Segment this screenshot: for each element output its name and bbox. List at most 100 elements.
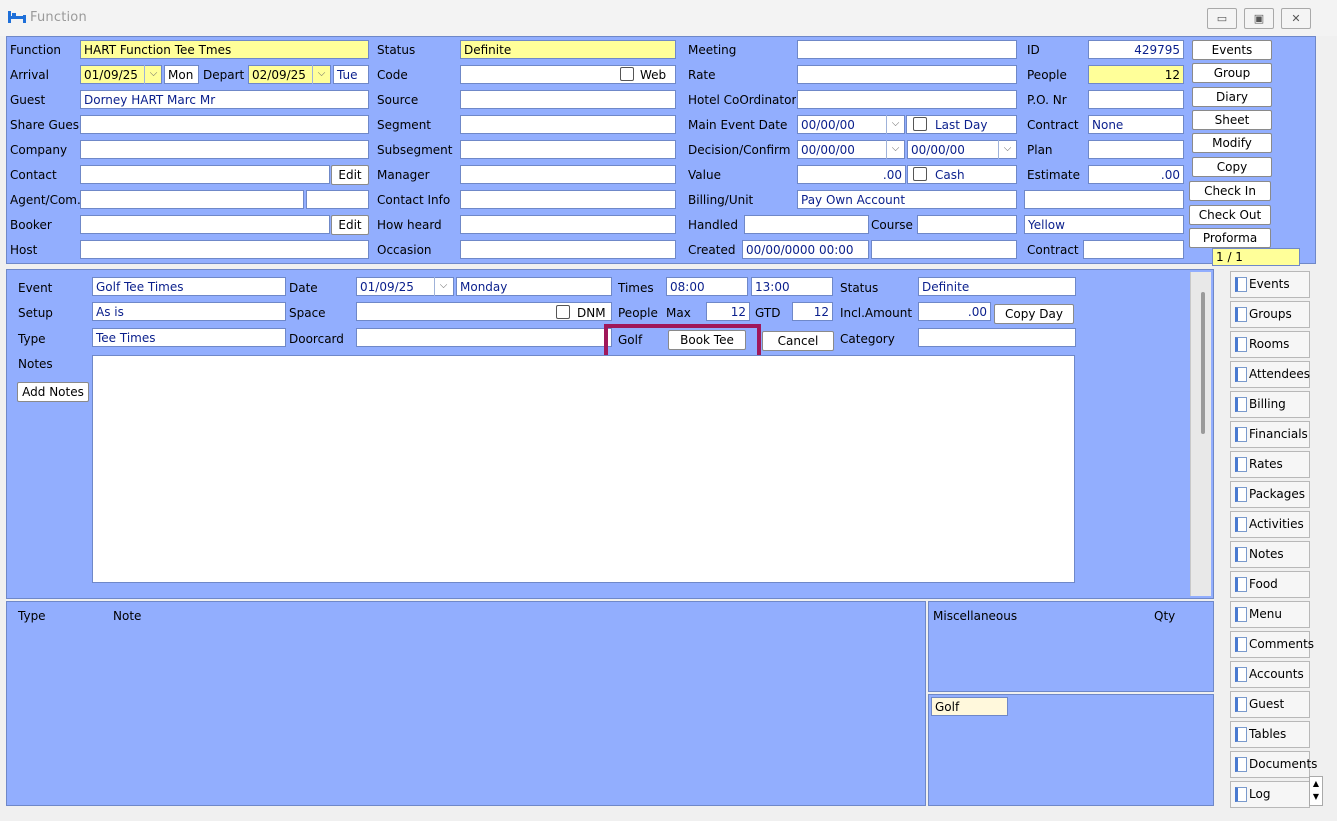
doorcard-field[interactable] (356, 328, 612, 347)
contract2-field[interactable] (1083, 240, 1184, 259)
id-field[interactable]: 429795 (1088, 40, 1184, 59)
main-event-date-label: Main Event Date (688, 118, 788, 132)
copy-button[interactable]: Copy (1192, 157, 1272, 177)
golf-item[interactable]: Golf (931, 697, 1008, 716)
agent-field-2[interactable] (306, 190, 369, 209)
scrollbar-thumb[interactable] (1201, 292, 1205, 434)
extra-field[interactable] (1024, 190, 1184, 209)
gtd-field[interactable]: 12 (792, 302, 833, 321)
booker-edit-button[interactable]: Edit (331, 215, 369, 235)
setup-field[interactable]: As is (92, 302, 286, 321)
event-status-field[interactable]: Definite (918, 277, 1076, 296)
sidebar-item-tables[interactable]: Tables (1230, 721, 1310, 748)
category-field[interactable] (918, 328, 1076, 347)
web-checkbox[interactable] (620, 67, 634, 81)
diary-button[interactable]: Diary (1192, 87, 1272, 107)
time-to-field[interactable]: 13:00 (751, 277, 833, 296)
function-field[interactable]: HART Function Tee Tmes (80, 40, 369, 59)
sidebar-scroll[interactable]: ▲ ▼ (1309, 776, 1323, 806)
occasion-field[interactable] (460, 240, 676, 259)
sidebar-item-log[interactable]: Log (1230, 781, 1310, 808)
agent-field[interactable] (80, 190, 304, 209)
value-field[interactable]: .00 (797, 165, 906, 184)
title-bar (0, 0, 1337, 36)
sidebar-item-food[interactable]: Food (1230, 571, 1310, 598)
contact-field[interactable] (80, 165, 330, 184)
sheet-button[interactable]: Sheet (1192, 110, 1272, 130)
sidebar-item-accounts[interactable]: Accounts (1230, 661, 1310, 688)
sidebar-item-packages[interactable]: Packages (1230, 481, 1310, 508)
sidebar-item-rates[interactable]: Rates (1230, 451, 1310, 478)
chevron-down-icon[interactable]: ⌵ (886, 115, 904, 134)
handled-field[interactable] (744, 215, 869, 234)
sidebar-item-guest[interactable]: Guest (1230, 691, 1310, 718)
host-field[interactable] (80, 240, 369, 259)
max-field[interactable]: 12 (706, 302, 750, 321)
manager-field[interactable] (460, 165, 676, 184)
type-field[interactable]: Tee Times (92, 328, 286, 347)
sidebar-item-comments[interactable]: Comments (1230, 631, 1314, 658)
guest-field[interactable]: Dorney HART Marc Mr (80, 90, 369, 109)
dnm-checkbox[interactable] (556, 305, 570, 319)
sidebar-item-rooms[interactable]: Rooms (1230, 331, 1310, 358)
subsegment-field[interactable] (460, 140, 676, 159)
events-button[interactable]: Events (1192, 40, 1272, 60)
share-guest-field[interactable] (80, 115, 369, 134)
chevron-down-icon[interactable]: ⌵ (434, 277, 452, 296)
cash-checkbox[interactable] (913, 167, 927, 181)
book-tee-button[interactable]: Book Tee (668, 330, 746, 350)
po-field[interactable] (1088, 90, 1184, 109)
contact-edit-button[interactable]: Edit (331, 165, 369, 185)
yellow-field[interactable]: Yellow (1024, 215, 1184, 234)
contract-field[interactable]: None (1088, 115, 1184, 134)
last-day-checkbox[interactable] (913, 117, 927, 131)
sidebar-item-attendees[interactable]: Attendees (1230, 361, 1310, 388)
check-in-button[interactable]: Check In (1189, 181, 1271, 201)
sidebar-item-documents[interactable]: Documents (1230, 751, 1317, 778)
proforma-button[interactable]: Proforma (1189, 228, 1271, 248)
incl-amount-field[interactable]: .00 (918, 302, 991, 321)
source-field[interactable] (460, 90, 676, 109)
chevron-down-icon[interactable]: ⌵ (886, 140, 904, 159)
event-field[interactable]: Golf Tee Times (92, 277, 286, 296)
add-notes-button[interactable]: Add Notes (17, 382, 89, 402)
company-field[interactable] (80, 140, 369, 159)
space-field[interactable] (356, 302, 612, 321)
course-field[interactable] (917, 215, 1017, 234)
estimate-field[interactable]: .00 (1088, 165, 1184, 184)
sidebar-item-menu[interactable]: Menu (1230, 601, 1310, 628)
sidebar-item-events[interactable]: Events (1230, 271, 1310, 298)
rate-field[interactable] (797, 65, 1017, 84)
people-field[interactable]: 12 (1088, 65, 1184, 84)
check-out-button[interactable]: Check Out (1189, 205, 1271, 225)
hotel-coordinator-field[interactable] (797, 90, 1017, 109)
group-button[interactable]: Group (1192, 63, 1272, 83)
created-field-2[interactable] (871, 240, 1017, 259)
chevron-down-icon[interactable]: ⌵ (144, 65, 162, 84)
notes-textarea[interactable] (92, 355, 1075, 583)
status-field[interactable]: Definite (460, 40, 676, 59)
cancel-button[interactable]: Cancel (762, 331, 834, 351)
segment-field[interactable] (460, 115, 676, 134)
how-heard-field[interactable] (460, 215, 676, 234)
sidebar-item-label: Guest (1249, 697, 1285, 711)
created-field[interactable]: 00/00/0000 00:00 (742, 240, 869, 259)
copy-day-button[interactable]: Copy Day (994, 304, 1074, 324)
meeting-field[interactable] (797, 40, 1017, 59)
time-from-field[interactable]: 08:00 (666, 277, 748, 296)
minimize-button[interactable]: ▭ (1207, 8, 1237, 29)
sidebar-item-activities[interactable]: Activities (1230, 511, 1310, 538)
chevron-down-icon[interactable]: ⌵ (312, 65, 330, 84)
modify-button[interactable]: Modify (1192, 133, 1272, 153)
sidebar-item-billing[interactable]: Billing (1230, 391, 1310, 418)
close-button[interactable]: ✕ (1281, 8, 1311, 29)
contact-info-field[interactable] (460, 190, 676, 209)
chevron-down-icon[interactable]: ⌵ (998, 140, 1016, 159)
booker-field[interactable] (80, 215, 330, 234)
sidebar-item-financials[interactable]: Financials (1230, 421, 1310, 448)
plan-field[interactable] (1088, 140, 1184, 159)
maximize-button[interactable]: ▣ (1244, 8, 1274, 29)
sidebar-item-notes[interactable]: Notes (1230, 541, 1310, 568)
billing-field[interactable]: Pay Own Account (797, 190, 1017, 209)
sidebar-item-groups[interactable]: Groups (1230, 301, 1310, 328)
